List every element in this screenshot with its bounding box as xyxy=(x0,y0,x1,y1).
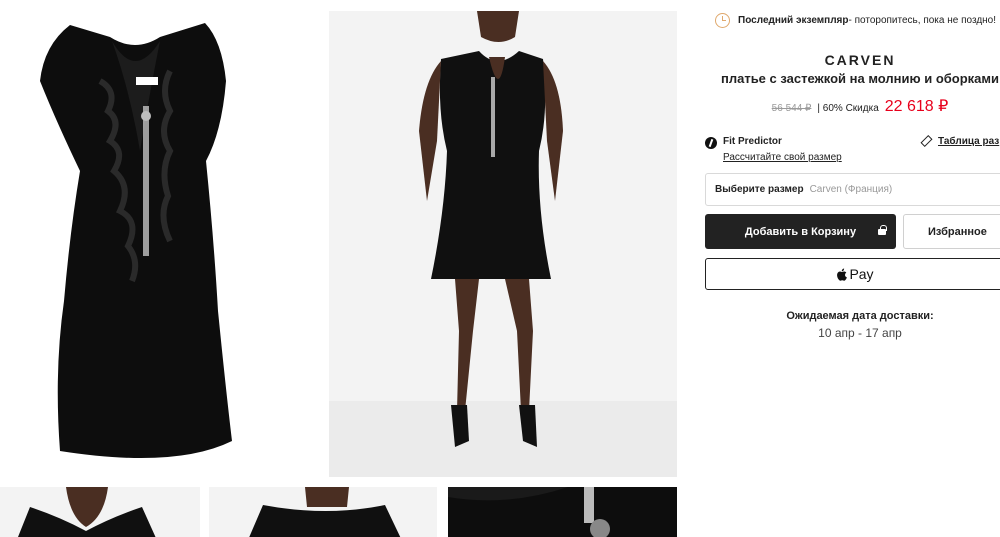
calculate-size-link[interactable]: Рассчитайте свой размер xyxy=(723,152,842,163)
brand-name[interactable]: CARVEN xyxy=(705,52,1000,68)
product-thumbnail-1[interactable] xyxy=(0,487,200,537)
thumbnail-illustration xyxy=(0,487,200,537)
dress-flat-illustration xyxy=(0,11,317,477)
size-table-label[interactable]: Таблица раз xyxy=(938,136,999,147)
product-image-front[interactable] xyxy=(0,11,317,477)
lock-icon xyxy=(878,225,887,235)
product-thumbnail-2[interactable] xyxy=(209,487,437,537)
fit-predictor-icon xyxy=(705,137,717,149)
notice-text: - поторопитесь, пока не поздно! xyxy=(848,14,997,26)
fit-predictor-row: Fit Predictor Таблица раз xyxy=(705,135,1000,150)
price-row: 56 544 ₽ | 60% Скидка 22 618 ₽ xyxy=(705,96,1000,116)
last-item-notice: Последний экземпляр - поторопитесь, пока… xyxy=(715,11,1000,29)
product-panel: Последний экземпляр - поторопитесь, пока… xyxy=(705,0,1000,537)
notice-strong-text: Последний экземпляр xyxy=(738,14,849,26)
wishlist-label: Избранное xyxy=(928,225,987,238)
apple-pay-button[interactable]: Pay xyxy=(705,258,1000,290)
add-to-cart-button[interactable]: Добавить в Корзину xyxy=(705,214,896,249)
product-thumbnail-3[interactable] xyxy=(448,487,677,537)
product-title: платье с застежкой на молнию и оборками xyxy=(720,71,1000,86)
size-select-label: Выберите размер xyxy=(715,184,804,195)
add-to-cart-label: Добавить в Корзину xyxy=(744,225,857,238)
wishlist-button[interactable]: Избранное xyxy=(903,214,1000,249)
product-image-model[interactable] xyxy=(329,11,677,477)
size-table-link[interactable]: Таблица раз xyxy=(920,135,999,148)
pay-label: Pay xyxy=(849,266,874,282)
clock-icon xyxy=(715,12,730,28)
apple-icon xyxy=(837,268,848,281)
discount-label: | 60% Скидка xyxy=(817,103,879,114)
model-photo-illustration xyxy=(329,11,677,477)
delivery-title: Ожидаемая дата доставки: xyxy=(786,310,934,322)
old-price: 56 544 ₽ xyxy=(771,103,812,114)
sale-price: 22 618 ₽ xyxy=(884,98,949,115)
thumbnail-illustration xyxy=(209,487,437,537)
thumbnail-illustration xyxy=(448,487,677,537)
delivery-dates: 10 апр - 17 апр xyxy=(818,326,902,340)
ruler-icon xyxy=(920,135,933,148)
size-select[interactable]: Выберите размер Carven (Франция) xyxy=(705,173,1000,206)
size-select-value: Carven (Франция) xyxy=(809,184,893,195)
fit-predictor-title: Fit Predictor xyxy=(723,136,782,147)
